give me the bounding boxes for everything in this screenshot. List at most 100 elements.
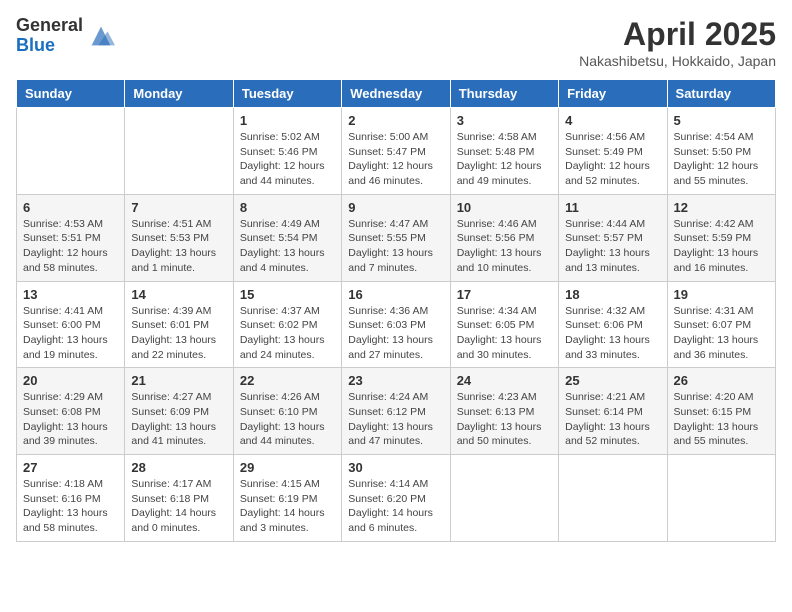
day-number: 12 bbox=[674, 200, 769, 215]
weekday-header-friday: Friday bbox=[559, 80, 667, 108]
calendar-cell: 24Sunrise: 4:23 AMSunset: 6:13 PMDayligh… bbox=[450, 368, 558, 455]
day-info: Sunrise: 4:24 AMSunset: 6:12 PMDaylight:… bbox=[348, 390, 443, 449]
calendar-week-row: 27 Sunrise: 4:18 AMSunset: 6:16 PMDayligh… bbox=[17, 455, 776, 542]
day-number: 6 bbox=[23, 200, 118, 215]
calendar-cell: 21Sunrise: 4:27 AMSunset: 6:09 PMDayligh… bbox=[125, 368, 233, 455]
day-number: 10 bbox=[457, 200, 552, 215]
logo: General Blue bbox=[16, 16, 115, 56]
day-number: 20 bbox=[23, 373, 118, 388]
day-info: Sunrise: 4:42 AMSunset: 5:59 PMDaylight:… bbox=[674, 217, 769, 276]
day-info: Sunrise: 4:26 AMSunset: 6:10 PMDaylight:… bbox=[240, 390, 335, 449]
day-info: Sunrise: 4:36 AMSunset: 6:03 PMDaylight:… bbox=[348, 304, 443, 363]
calendar-cell: 30 Sunrise: 4:14 AMSunset: 6:20 PMDayligh… bbox=[342, 455, 450, 542]
main-title: April 2025 bbox=[579, 16, 776, 53]
calendar-cell: 6 Sunrise: 4:53 AMSunset: 5:51 PMDaylight… bbox=[17, 194, 125, 281]
calendar-week-row: 20Sunrise: 4:29 AMSunset: 6:08 PMDayligh… bbox=[17, 368, 776, 455]
calendar-cell: 15 Sunrise: 4:37 AMSunset: 6:02 PMDayligh… bbox=[233, 281, 341, 368]
day-number: 30 bbox=[348, 460, 443, 475]
day-number: 26 bbox=[674, 373, 769, 388]
day-number: 13 bbox=[23, 287, 118, 302]
day-info: Sunrise: 4:49 AMSunset: 5:54 PMDaylight:… bbox=[240, 217, 335, 276]
calendar-cell bbox=[125, 108, 233, 195]
day-info: Sunrise: 4:17 AMSunset: 6:18 PMDaylight:… bbox=[131, 477, 226, 536]
calendar-cell: 4 Sunrise: 4:56 AMSunset: 5:49 PMDaylight… bbox=[559, 108, 667, 195]
weekday-header-saturday: Saturday bbox=[667, 80, 775, 108]
day-info: Sunrise: 4:32 AMSunset: 6:06 PMDaylight:… bbox=[565, 304, 660, 363]
calendar-week-row: 13 Sunrise: 4:41 AMSunset: 6:00 PMDayligh… bbox=[17, 281, 776, 368]
day-number: 14 bbox=[131, 287, 226, 302]
calendar-cell: 29Sunrise: 4:15 AMSunset: 6:19 PMDayligh… bbox=[233, 455, 341, 542]
calendar-cell: 12 Sunrise: 4:42 AMSunset: 5:59 PMDayligh… bbox=[667, 194, 775, 281]
day-info: Sunrise: 5:00 AMSunset: 5:47 PMDaylight:… bbox=[348, 130, 443, 189]
day-number: 23 bbox=[348, 373, 443, 388]
calendar-cell: 27 Sunrise: 4:18 AMSunset: 6:16 PMDayligh… bbox=[17, 455, 125, 542]
day-number: 18 bbox=[565, 287, 660, 302]
day-number: 17 bbox=[457, 287, 552, 302]
calendar-cell: 16Sunrise: 4:36 AMSunset: 6:03 PMDayligh… bbox=[342, 281, 450, 368]
calendar-cell bbox=[667, 455, 775, 542]
calendar-cell: 14 Sunrise: 4:39 AMSunset: 6:01 PMDayligh… bbox=[125, 281, 233, 368]
logo-blue-text: Blue bbox=[16, 36, 83, 56]
weekday-header-wednesday: Wednesday bbox=[342, 80, 450, 108]
day-info: Sunrise: 4:14 AMSunset: 6:20 PMDaylight:… bbox=[348, 477, 443, 536]
calendar-cell: 28 Sunrise: 4:17 AMSunset: 6:18 PMDayligh… bbox=[125, 455, 233, 542]
day-number: 1 bbox=[240, 113, 335, 128]
calendar-cell: 17 Sunrise: 4:34 AMSunset: 6:05 PMDayligh… bbox=[450, 281, 558, 368]
calendar-cell: 11 Sunrise: 4:44 AMSunset: 5:57 PMDayligh… bbox=[559, 194, 667, 281]
calendar-cell: 26 Sunrise: 4:20 AMSunset: 6:15 PMDayligh… bbox=[667, 368, 775, 455]
calendar-cell: 1 Sunrise: 5:02 AMSunset: 5:46 PMDaylight… bbox=[233, 108, 341, 195]
calendar-cell bbox=[450, 455, 558, 542]
day-number: 3 bbox=[457, 113, 552, 128]
weekday-header-thursday: Thursday bbox=[450, 80, 558, 108]
day-info: Sunrise: 4:44 AMSunset: 5:57 PMDaylight:… bbox=[565, 217, 660, 276]
calendar-cell: 2 Sunrise: 5:00 AMSunset: 5:47 PMDaylight… bbox=[342, 108, 450, 195]
day-info: Sunrise: 4:37 AMSunset: 6:02 PMDaylight:… bbox=[240, 304, 335, 363]
logo-icon bbox=[87, 22, 115, 50]
title-block: April 2025 Nakashibetsu, Hokkaido, Japan bbox=[579, 16, 776, 69]
logo-general-text: General bbox=[16, 16, 83, 36]
day-number: 2 bbox=[348, 113, 443, 128]
weekday-header-sunday: Sunday bbox=[17, 80, 125, 108]
day-info: Sunrise: 4:41 AMSunset: 6:00 PMDaylight:… bbox=[23, 304, 118, 363]
day-info: Sunrise: 4:53 AMSunset: 5:51 PMDaylight:… bbox=[23, 217, 118, 276]
calendar-table: SundayMondayTuesdayWednesdayThursdayFrid… bbox=[16, 79, 776, 542]
calendar-cell: 22 Sunrise: 4:26 AMSunset: 6:10 PMDayligh… bbox=[233, 368, 341, 455]
day-info: Sunrise: 4:46 AMSunset: 5:56 PMDaylight:… bbox=[457, 217, 552, 276]
calendar-cell: 8 Sunrise: 4:49 AMSunset: 5:54 PMDaylight… bbox=[233, 194, 341, 281]
calendar-cell: 19 Sunrise: 4:31 AMSunset: 6:07 PMDayligh… bbox=[667, 281, 775, 368]
day-number: 27 bbox=[23, 460, 118, 475]
day-number: 25 bbox=[565, 373, 660, 388]
day-number: 5 bbox=[674, 113, 769, 128]
day-number: 19 bbox=[674, 287, 769, 302]
calendar-week-row: 6 Sunrise: 4:53 AMSunset: 5:51 PMDaylight… bbox=[17, 194, 776, 281]
page-header: General Blue April 2025 Nakashibetsu, Ho… bbox=[16, 16, 776, 69]
day-info: Sunrise: 4:31 AMSunset: 6:07 PMDaylight:… bbox=[674, 304, 769, 363]
calendar-cell: 7Sunrise: 4:51 AMSunset: 5:53 PMDaylight… bbox=[125, 194, 233, 281]
day-number: 4 bbox=[565, 113, 660, 128]
day-info: Sunrise: 5:02 AMSunset: 5:46 PMDaylight:… bbox=[240, 130, 335, 189]
day-info: Sunrise: 4:20 AMSunset: 6:15 PMDaylight:… bbox=[674, 390, 769, 449]
day-info: Sunrise: 4:39 AMSunset: 6:01 PMDaylight:… bbox=[131, 304, 226, 363]
day-number: 15 bbox=[240, 287, 335, 302]
weekday-header-tuesday: Tuesday bbox=[233, 80, 341, 108]
day-number: 9 bbox=[348, 200, 443, 215]
day-number: 29 bbox=[240, 460, 335, 475]
calendar-cell bbox=[559, 455, 667, 542]
calendar-cell: 23 Sunrise: 4:24 AMSunset: 6:12 PMDayligh… bbox=[342, 368, 450, 455]
day-number: 7 bbox=[131, 200, 226, 215]
calendar-cell bbox=[17, 108, 125, 195]
calendar-cell: 18 Sunrise: 4:32 AMSunset: 6:06 PMDayligh… bbox=[559, 281, 667, 368]
day-info: Sunrise: 4:56 AMSunset: 5:49 PMDaylight:… bbox=[565, 130, 660, 189]
calendar-cell: 13 Sunrise: 4:41 AMSunset: 6:00 PMDayligh… bbox=[17, 281, 125, 368]
day-number: 11 bbox=[565, 200, 660, 215]
calendar-cell: 25Sunrise: 4:21 AMSunset: 6:14 PMDayligh… bbox=[559, 368, 667, 455]
day-number: 22 bbox=[240, 373, 335, 388]
day-info: Sunrise: 4:27 AMSunset: 6:09 PMDaylight:… bbox=[131, 390, 226, 449]
day-info: Sunrise: 4:18 AMSunset: 6:16 PMDaylight:… bbox=[23, 477, 118, 536]
calendar-cell: 5Sunrise: 4:54 AMSunset: 5:50 PMDaylight… bbox=[667, 108, 775, 195]
day-number: 8 bbox=[240, 200, 335, 215]
day-info: Sunrise: 4:23 AMSunset: 6:13 PMDaylight:… bbox=[457, 390, 552, 449]
day-info: Sunrise: 4:34 AMSunset: 6:05 PMDaylight:… bbox=[457, 304, 552, 363]
day-number: 28 bbox=[131, 460, 226, 475]
calendar-week-row: 1 Sunrise: 5:02 AMSunset: 5:46 PMDaylight… bbox=[17, 108, 776, 195]
